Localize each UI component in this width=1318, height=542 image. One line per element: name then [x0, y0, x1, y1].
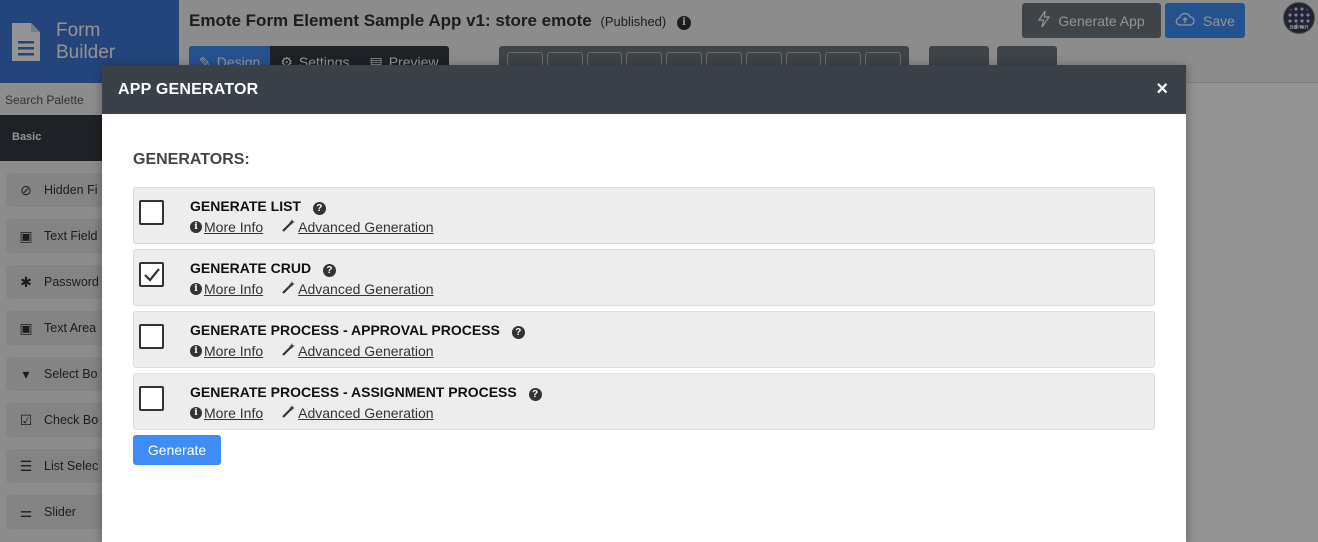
more-info-link[interactable]: i More Info [190, 280, 263, 297]
advanced-generation-link[interactable]: Advanced Generation [282, 218, 434, 235]
generate-button[interactable]: Generate [133, 435, 221, 465]
modal-body: GENERATORS: GENERATE LIST ? i More Info … [102, 114, 1186, 465]
magic-wand-icon [282, 404, 296, 421]
info-icon: i [190, 282, 202, 295]
generate-crud-checkbox[interactable] [139, 262, 164, 287]
generator-row-assignment-process: GENERATE PROCESS - ASSIGNMENT PROCESS ? … [133, 373, 1155, 430]
modal-title: APP GENERATOR [118, 80, 259, 98]
advanced-generation-link[interactable]: Advanced Generation [282, 280, 434, 297]
generator-title: GENERATE PROCESS - ASSIGNMENT PROCESS ? [190, 384, 542, 401]
generator-links: i More Info Advanced Generation [190, 218, 434, 235]
question-circle-icon[interactable]: ? [528, 388, 542, 401]
more-info-label: More Info [204, 404, 264, 421]
info-icon: i [190, 220, 202, 233]
generator-row-crud: GENERATE CRUD ? i More Info Advanced Gen… [133, 249, 1155, 306]
generator-title: GENERATE CRUD ? [190, 260, 336, 277]
generator-title: GENERATE PROCESS - APPROVAL PROCESS ? [190, 322, 525, 339]
advanced-generation-label: Advanced Generation [298, 218, 434, 235]
generator-row-approval-process: GENERATE PROCESS - APPROVAL PROCESS ? i … [133, 311, 1155, 368]
more-info-link[interactable]: i More Info [190, 404, 263, 421]
advanced-generation-label: Advanced Generation [298, 404, 434, 421]
generator-links: i More Info Advanced Generation [190, 404, 434, 421]
generator-links: i More Info Advanced Generation [190, 280, 434, 297]
generate-approval-process-checkbox[interactable] [139, 324, 164, 349]
generator-row-list: GENERATE LIST ? i More Info Advanced Gen… [133, 187, 1155, 244]
generate-assignment-process-checkbox[interactable] [139, 386, 164, 411]
app-generator-modal: APP GENERATOR × GENERATORS: GENERATE LIS… [102, 65, 1186, 542]
advanced-generation-link[interactable]: Advanced Generation [282, 342, 434, 359]
question-circle-icon[interactable]: ? [322, 264, 336, 277]
question-circle-icon[interactable]: ? [312, 202, 326, 215]
more-info-label: More Info [204, 342, 264, 359]
generators-heading: GENERATORS: [133, 151, 250, 168]
more-info-label: More Info [204, 218, 264, 235]
generator-links: i More Info Advanced Generation [190, 342, 434, 359]
generator-title: GENERATE LIST ? [190, 198, 326, 215]
question-circle-icon[interactable]: ? [511, 326, 525, 339]
generator-label: GENERATE LIST [190, 198, 301, 214]
advanced-generation-label: Advanced Generation [298, 280, 434, 297]
modal-header: APP GENERATOR × [102, 65, 1186, 114]
close-button[interactable]: × [1156, 78, 1168, 101]
generator-label: GENERATE CRUD [190, 260, 312, 276]
generator-label: GENERATE PROCESS - APPROVAL PROCESS [190, 322, 500, 338]
more-info-label: More Info [204, 280, 264, 297]
generate-list-checkbox[interactable] [139, 200, 164, 225]
magic-wand-icon [282, 342, 296, 359]
magic-wand-icon [282, 280, 296, 297]
advanced-generation-label: Advanced Generation [298, 342, 434, 359]
magic-wand-icon [282, 218, 296, 235]
checkmark-icon [144, 268, 160, 282]
info-icon: i [190, 406, 202, 419]
info-icon: i [190, 344, 202, 357]
advanced-generation-link[interactable]: Advanced Generation [282, 404, 434, 421]
more-info-link[interactable]: i More Info [190, 218, 263, 235]
generator-label: GENERATE PROCESS - ASSIGNMENT PROCESS [190, 384, 517, 400]
more-info-link[interactable]: i More Info [190, 342, 263, 359]
